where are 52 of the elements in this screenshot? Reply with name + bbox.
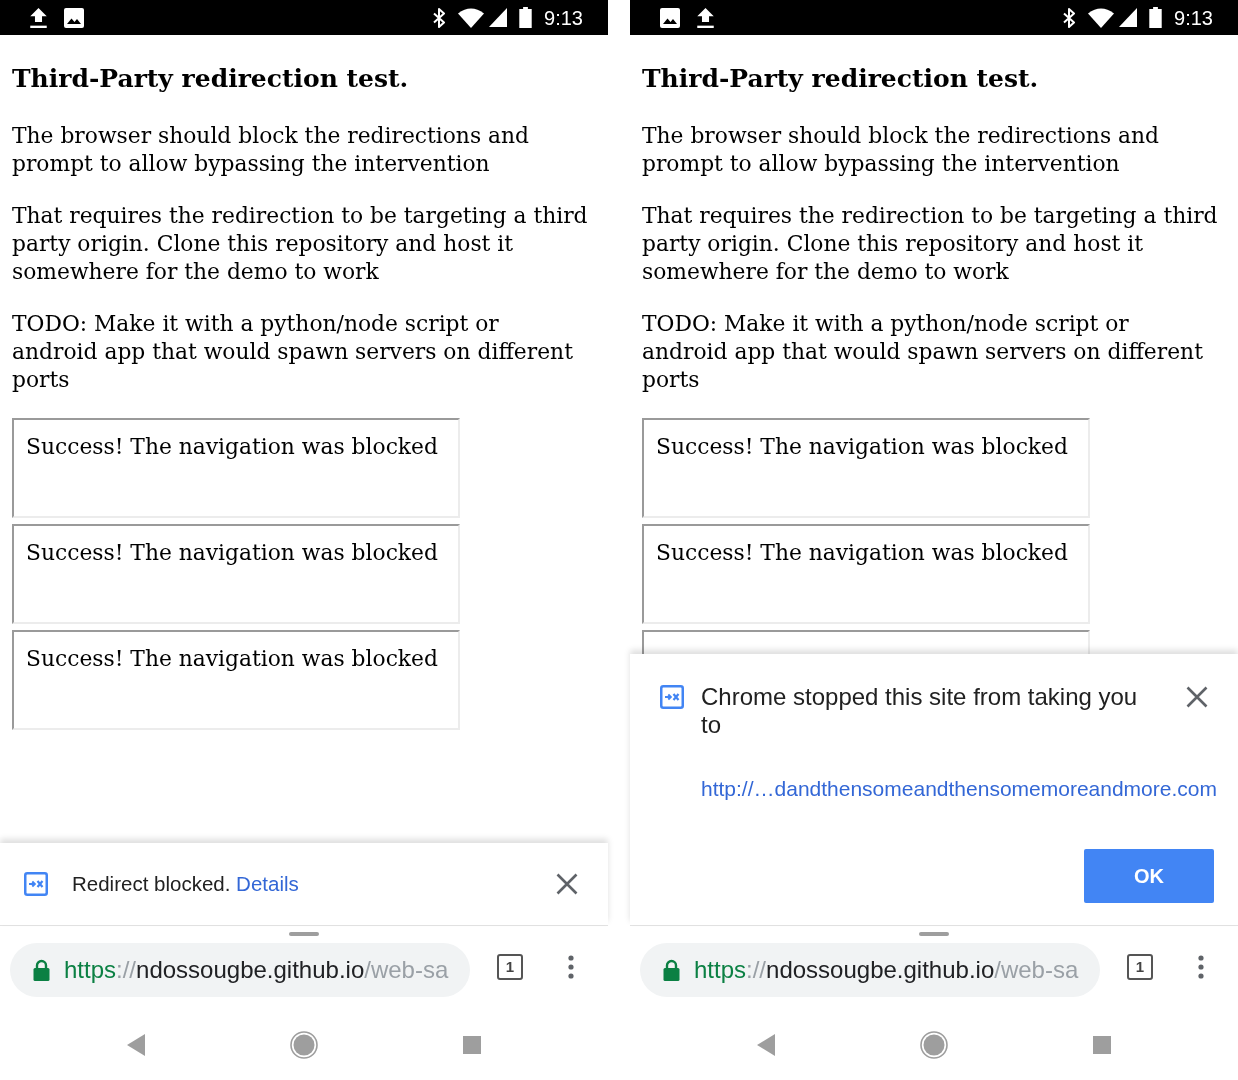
- battery-icon: [1149, 7, 1163, 28]
- url-bar[interactable]: https://ndossougbe.github.io/web-sa: [10, 943, 470, 997]
- paragraph: TODO: Make it with a python/node script or android app that would spawn servers on different ports: [642, 310, 1204, 394]
- close-icon[interactable]: [1186, 686, 1208, 708]
- back-icon[interactable]: [757, 1034, 775, 1056]
- menu-icon[interactable]: [1198, 954, 1204, 979]
- close-icon[interactable]: [556, 873, 578, 895]
- status-time: 9:13: [1174, 7, 1213, 28]
- paragraph: The browser should block the redirections and prompt to allow bypassing the intervention: [12, 122, 530, 178]
- bluetooth-icon: [1062, 7, 1077, 28]
- back-icon[interactable]: [127, 1034, 145, 1056]
- drag-handle-icon[interactable]: [289, 932, 319, 936]
- frame-message: Success! The navigation was blocked: [656, 539, 1068, 567]
- image-icon: [660, 7, 680, 28]
- infobar-message: Chrome stopped this site from taking you to: [701, 683, 1139, 739]
- wifi-icon: [1088, 7, 1115, 28]
- lock-icon: [663, 959, 680, 981]
- image-icon: [64, 7, 84, 28]
- drag-handle-icon[interactable]: [919, 932, 949, 936]
- home-icon[interactable]: [290, 1031, 318, 1059]
- page-title: Third-Party redirection test.: [642, 63, 1039, 95]
- status-time: 9:13: [544, 7, 583, 28]
- paragraph: That requires the redirection to be targeting a third party origin. Clone this repository and host it somewhere for the demo to work: [12, 202, 589, 286]
- frame-message: Success! The navigation was blocked: [26, 645, 438, 673]
- ok-button[interactable]: OK: [1084, 849, 1214, 903]
- blocked-redirect-icon: [24, 872, 48, 896]
- signal-icon: [489, 8, 508, 27]
- battery-icon: [519, 7, 533, 28]
- frame-message: Success! The navigation was blocked: [656, 433, 1068, 461]
- frame-message: Success! The navigation was blocked: [26, 433, 438, 461]
- url-text: https://ndossougbe.github.io/web-sa: [694, 955, 1079, 985]
- infobar-message: Redirect blocked. Details: [72, 870, 299, 897]
- tab-switcher-button[interactable]: 1: [497, 953, 523, 980]
- blocked-redirect-icon: [660, 685, 684, 709]
- upload-icon: [697, 7, 714, 28]
- url-bar[interactable]: https://ndossougbe.github.io/web-sa: [640, 943, 1100, 997]
- signal-icon: [1119, 8, 1138, 27]
- url-text: https://ndossougbe.github.io/web-sa: [64, 955, 449, 985]
- wifi-icon: [458, 7, 485, 28]
- frame-message: Success! The navigation was blocked: [26, 539, 438, 567]
- blocked-url-link[interactable]: http://…dandthensomeandthensomemoreandmore.com: [701, 775, 1217, 803]
- details-link[interactable]: Details: [236, 871, 299, 895]
- lock-icon: [33, 959, 50, 981]
- paragraph: The browser should block the redirections and prompt to allow bypassing the intervention: [642, 122, 1160, 178]
- bluetooth-icon: [432, 7, 447, 28]
- home-icon[interactable]: [920, 1031, 948, 1059]
- paragraph: TODO: Make it with a python/node script or android app that would spawn servers on different ports: [12, 310, 574, 394]
- tab-switcher-button[interactable]: 1: [1127, 953, 1153, 980]
- page-title: Third-Party redirection test.: [12, 63, 409, 95]
- upload-icon: [30, 7, 47, 28]
- menu-icon[interactable]: [568, 954, 574, 979]
- paragraph: That requires the redirection to be targeting a third party origin. Clone this repository and host it somewhere for the demo to work: [642, 202, 1219, 286]
